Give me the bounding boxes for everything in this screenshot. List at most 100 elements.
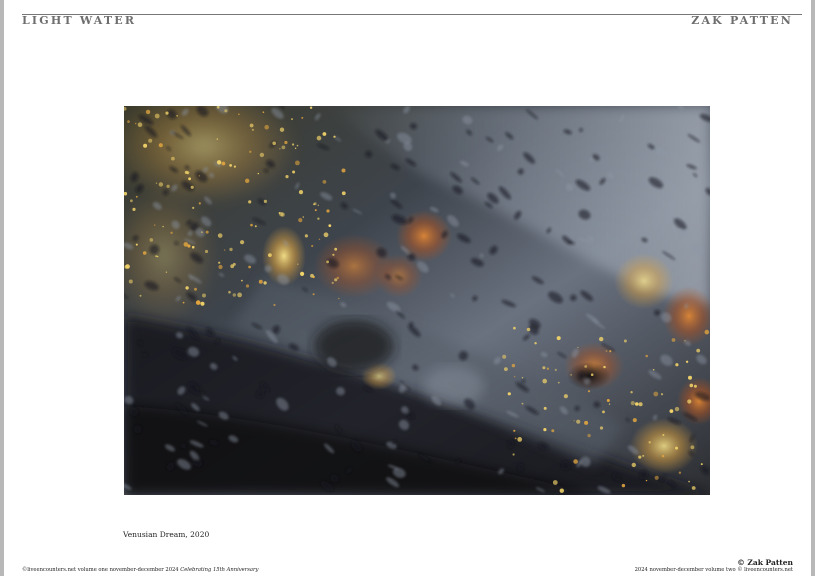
light-sparkle [130, 199, 133, 203]
light-sparkle [200, 301, 205, 306]
light-sparkle [690, 445, 695, 450]
light-sparkle [312, 293, 315, 296]
light-sparkle [237, 292, 242, 298]
light-sparkle [216, 160, 222, 165]
light-sparkle [259, 152, 265, 158]
light-sparkle [590, 373, 594, 377]
light-sparkle [309, 106, 313, 109]
light-sparkle [511, 363, 516, 368]
light-sparkle [554, 368, 557, 371]
light-sparkle [279, 127, 285, 132]
light-sparkle [132, 207, 136, 211]
light-sparkle [563, 394, 568, 399]
light-sparkle [684, 340, 686, 342]
footer-left-text: ©liveencounters.net volume one november-… [22, 567, 181, 573]
light-sparkle [170, 231, 173, 234]
light-sparkle [507, 392, 511, 396]
light-sparkle [328, 224, 332, 227]
light-sparkle [298, 190, 304, 195]
light-sparkle [521, 402, 524, 405]
light-sparkle [145, 109, 151, 115]
light-sparkle [326, 209, 330, 213]
light-sparkle [229, 164, 232, 167]
light-sparkle [559, 488, 564, 493]
light-sparkle [263, 199, 267, 203]
light-sparkle [257, 172, 259, 175]
light-sparkle [326, 260, 329, 264]
light-sparkle [546, 367, 550, 370]
light-sparkle [204, 249, 209, 254]
light-sparkle [675, 446, 678, 450]
light-sparkle [608, 403, 611, 405]
photo-caption: Venusian Dream, 2020 [123, 530, 210, 539]
light-sparkle [631, 462, 636, 468]
light-sparkle [336, 276, 339, 280]
light-sparkle [198, 175, 200, 177]
light-sparkle [240, 240, 245, 245]
light-sparkle [584, 420, 589, 425]
light-sparkle [648, 441, 651, 444]
light-sparkle [202, 293, 206, 298]
light-sparkle [556, 336, 561, 341]
artist-name: ZAK PATTEN [691, 14, 793, 27]
light-sparkle [245, 178, 250, 183]
light-sparkle [158, 182, 164, 187]
light-sparkle [630, 391, 633, 394]
light-sparkle [635, 402, 639, 406]
light-sparkle [678, 471, 682, 474]
light-sparkle [201, 231, 203, 234]
light-sparkle [316, 135, 322, 141]
light-sparkle [652, 368, 655, 371]
light-sparkle [218, 261, 221, 264]
light-sparkle [693, 384, 697, 388]
light-sparkle [621, 483, 626, 488]
light-sparkle [504, 367, 508, 371]
light-sparkle [675, 363, 679, 367]
light-sparkle [542, 378, 547, 384]
light-sparkle [317, 217, 320, 220]
light-sparkle [285, 175, 289, 179]
artwork-photo [124, 106, 710, 495]
light-sparkle [162, 225, 164, 228]
light-sparkle [155, 255, 158, 257]
light-sparkle [661, 454, 665, 458]
light-sparkle [232, 293, 236, 297]
light-sparkle [250, 223, 253, 227]
light-sparkle [148, 138, 153, 143]
light-sparkle [224, 109, 228, 113]
light-sparkle [602, 410, 605, 414]
light-sparkle [645, 354, 648, 358]
page-frame: LIGHT WATER ZAK PATTEN Venusian Dream, 2… [0, 0, 815, 576]
light-sparkle [223, 249, 226, 251]
light-sparkle [278, 212, 281, 214]
light-sparkle [185, 286, 189, 290]
light-sparkle [165, 271, 168, 273]
light-sparkle [605, 350, 608, 352]
light-sparkle [302, 216, 305, 218]
light-sparkle [264, 124, 269, 130]
light-sparkle [700, 463, 703, 466]
light-sparkle [502, 354, 507, 359]
light-sparkle [513, 375, 516, 378]
light-sparkle [333, 135, 336, 138]
light-sparkle [630, 401, 635, 406]
light-sparkle [238, 113, 240, 115]
light-sparkle [517, 437, 523, 442]
light-sparkle [642, 454, 645, 457]
light-sparkle [301, 116, 304, 119]
light-sparkle [300, 271, 305, 276]
light-sparkle [685, 360, 689, 363]
light-sparkle [229, 247, 233, 252]
light-sparkle [526, 327, 531, 332]
light-sparkle [216, 138, 218, 140]
light-sparkle [134, 122, 137, 125]
light-sparkle [127, 120, 130, 123]
light-sparkle [323, 232, 329, 238]
light-sparkle [534, 342, 537, 345]
light-sparkle [194, 287, 197, 291]
copyright-credit: © Zak Patten [737, 558, 793, 567]
light-sparkle [623, 339, 627, 343]
light-sparkle [551, 429, 555, 433]
light-sparkle [291, 118, 293, 121]
light-sparkle [341, 168, 346, 173]
